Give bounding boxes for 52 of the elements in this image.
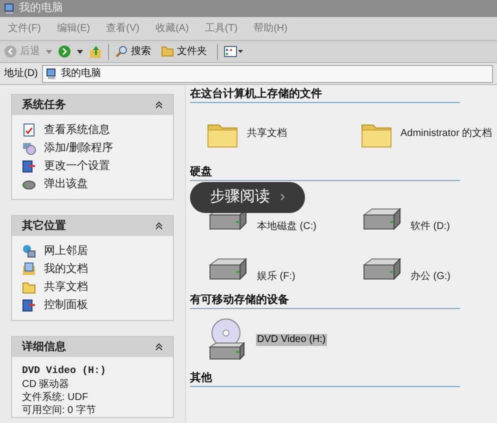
disc-icon [22, 141, 36, 155]
section-heading: 其他 [190, 371, 213, 385]
panel-icon [22, 298, 36, 312]
search-button[interactable]: 搜索 [115, 44, 151, 59]
item-label[interactable]: 共享文档 [246, 128, 288, 140]
detail-line: 可用空间: 0 字节 [22, 404, 97, 417]
task-link[interactable]: 查看系统信息 [44, 123, 110, 137]
panel-header[interactable]: 其它位置 [12, 216, 173, 236]
panel-title: 详细信息 [22, 340, 66, 355]
item-label[interactable]: 娱乐 (F:) [256, 271, 296, 283]
panel-icon [22, 159, 36, 173]
network-icon [22, 244, 36, 258]
window-title: 我的电脑 [19, 0, 63, 16]
collapse-icon[interactable] [155, 343, 163, 351]
folders-button[interactable]: 文件夹 [161, 44, 207, 59]
detail-line: CD 驱动器 [22, 378, 70, 391]
panel-header[interactable]: 系统任务 [12, 95, 173, 115]
folder-icon [22, 280, 36, 294]
folder-document-icon [22, 262, 36, 276]
panel-title: 其它位置 [22, 218, 66, 234]
collapse-icon[interactable] [155, 222, 163, 230]
item-label[interactable]: 软件 (D:) [410, 221, 451, 233]
item-label[interactable]: DVD Video (H:) [256, 334, 327, 346]
section-heading: 在这台计算机上存储的文件 [190, 87, 323, 101]
panel-header[interactable]: 详细信息 [12, 337, 173, 357]
task-link[interactable]: 网上邻居 [44, 244, 88, 258]
step-reading-button[interactable]: 步骤阅读 › [190, 182, 305, 213]
item-label[interactable]: 本地磁盘 (C:) [256, 221, 318, 233]
drive-icon [206, 257, 250, 283]
collapse-icon[interactable] [155, 101, 163, 109]
task-link[interactable]: 我的文档 [44, 262, 88, 276]
section-heading: 硬盘 [190, 165, 213, 179]
task-link[interactable]: 弹出该盘 [44, 177, 88, 191]
task-link[interactable]: 控制面板 [44, 298, 88, 312]
task-link[interactable]: 共享文档 [44, 280, 88, 294]
address-label: 地址(D) [4, 66, 38, 81]
task-link[interactable]: 更改一个设置 [44, 159, 110, 173]
document-icon [22, 123, 36, 137]
item-label[interactable]: 办公 (G:) [410, 271, 452, 283]
task-link[interactable]: 添加/删除程序 [44, 141, 114, 155]
computer-icon [4, 2, 15, 14]
section-heading: 有可移动存储的设备 [190, 293, 290, 307]
folder-icon [161, 46, 174, 57]
address-field[interactable]: 我的电脑 [42, 64, 493, 82]
dropdown-caret-icon[interactable] [77, 50, 83, 54]
item-label[interactable]: Administrator 的文档 [400, 128, 494, 140]
panel-title: 系统任务 [22, 98, 66, 113]
search-icon [115, 45, 128, 58]
detail-line: 文件系统: UDF [22, 391, 90, 404]
device-name: DVD Video (H:) [22, 365, 108, 378]
views-icon[interactable] [224, 46, 244, 57]
computer-icon [46, 68, 57, 80]
